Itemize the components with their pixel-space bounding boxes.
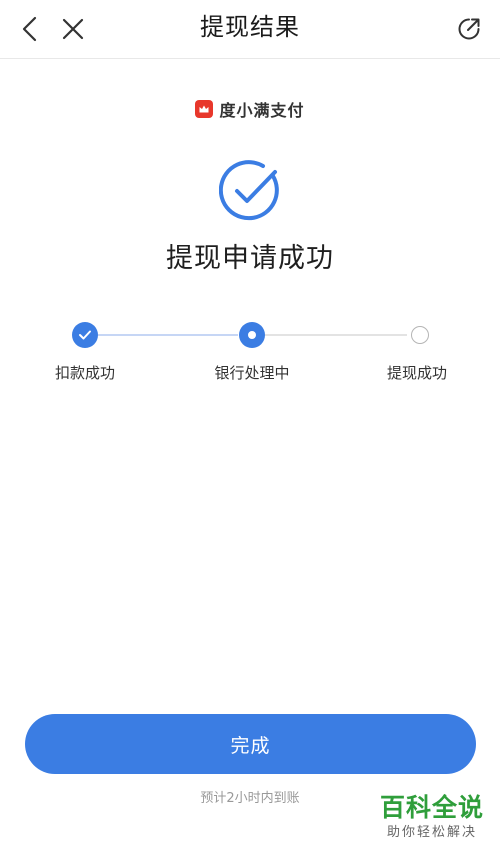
navigation-bar: 提现结果 [0,0,500,59]
share-icon [458,18,480,40]
progress-track-pending [265,334,407,336]
progress-track-completed [98,334,238,336]
step-current-dot [239,322,265,348]
brand-logo-icon [195,100,214,118]
page-title: 提现结果 [200,13,300,41]
step-pending-dot [411,326,429,344]
step-label-bank-processing: 银行处理中 [214,364,290,382]
watermark-subtitle: 助你轻松解决 [386,825,477,840]
done-button[interactable]: 完成 [25,714,476,774]
watermark: 百科全说 助你轻松解决 [376,792,488,842]
step-label-withdraw-success: 提现成功 [386,364,447,382]
current-step-center [248,331,256,339]
step-label-debit-success: 扣款成功 [54,364,115,382]
result-title: 提现申请成功 [166,243,334,274]
check-circle-icon [219,160,279,221]
share-button[interactable] [450,10,488,48]
step-done-dot [72,322,98,348]
brand-name: 度小满支付 [219,101,305,120]
progress-steps: 扣款成功 银行处理中 提现成功 [0,320,500,400]
check-icon [79,330,91,340]
watermark-title: 百科全说 [379,793,484,822]
brand-header: 度小满支付 [0,97,500,121]
